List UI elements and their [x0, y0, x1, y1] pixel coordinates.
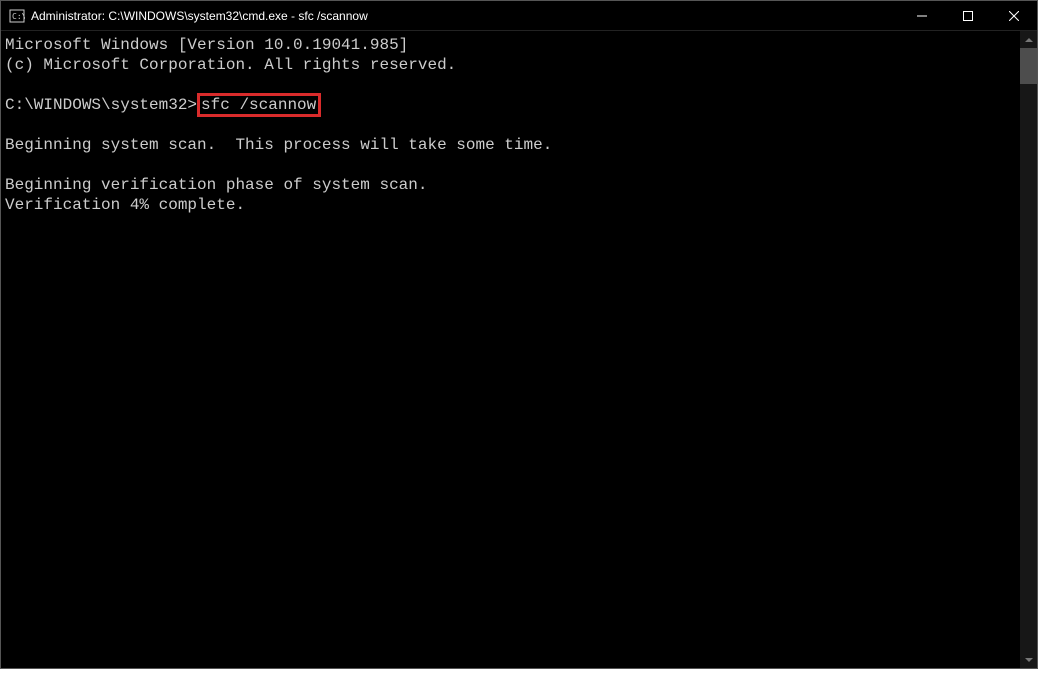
blank-line	[5, 75, 1020, 95]
scrollbar-thumb[interactable]	[1020, 48, 1037, 84]
svg-text:C:\: C:\	[12, 12, 25, 21]
scan-begin-line: Beginning system scan. This process will…	[5, 135, 1020, 155]
cmd-icon: C:\	[9, 8, 25, 24]
window-controls	[899, 1, 1037, 30]
copyright-line: (c) Microsoft Corporation. All rights re…	[5, 55, 1020, 75]
blank-line-3	[5, 155, 1020, 175]
cmd-window: C:\ Administrator: C:\WINDOWS\system32\c…	[0, 0, 1038, 669]
vertical-scrollbar[interactable]	[1020, 31, 1037, 668]
maximize-button[interactable]	[945, 1, 991, 30]
titlebar[interactable]: C:\ Administrator: C:\WINDOWS\system32\c…	[1, 1, 1037, 31]
minimize-button[interactable]	[899, 1, 945, 30]
content-area: Microsoft Windows [Version 10.0.19041.98…	[1, 31, 1037, 668]
close-button[interactable]	[991, 1, 1037, 30]
prompt-text: C:\WINDOWS\system32>	[5, 95, 197, 115]
blank-line-2	[5, 115, 1020, 135]
command-highlight: sfc /scannow	[197, 93, 321, 117]
terminal-output[interactable]: Microsoft Windows [Version 10.0.19041.98…	[1, 31, 1020, 668]
scroll-up-arrow-icon[interactable]	[1020, 31, 1037, 48]
version-line: Microsoft Windows [Version 10.0.19041.98…	[5, 35, 1020, 55]
window-title: Administrator: C:\WINDOWS\system32\cmd.e…	[31, 9, 899, 23]
scrollbar-track[interactable]	[1020, 48, 1037, 651]
verification-progress-line: Verification 4% complete.	[5, 195, 1020, 215]
scroll-down-arrow-icon[interactable]	[1020, 651, 1037, 668]
command-text: sfc /scannow	[201, 96, 316, 114]
prompt-line: C:\WINDOWS\system32>sfc /scannow	[5, 95, 1020, 115]
verification-begin-line: Beginning verification phase of system s…	[5, 175, 1020, 195]
